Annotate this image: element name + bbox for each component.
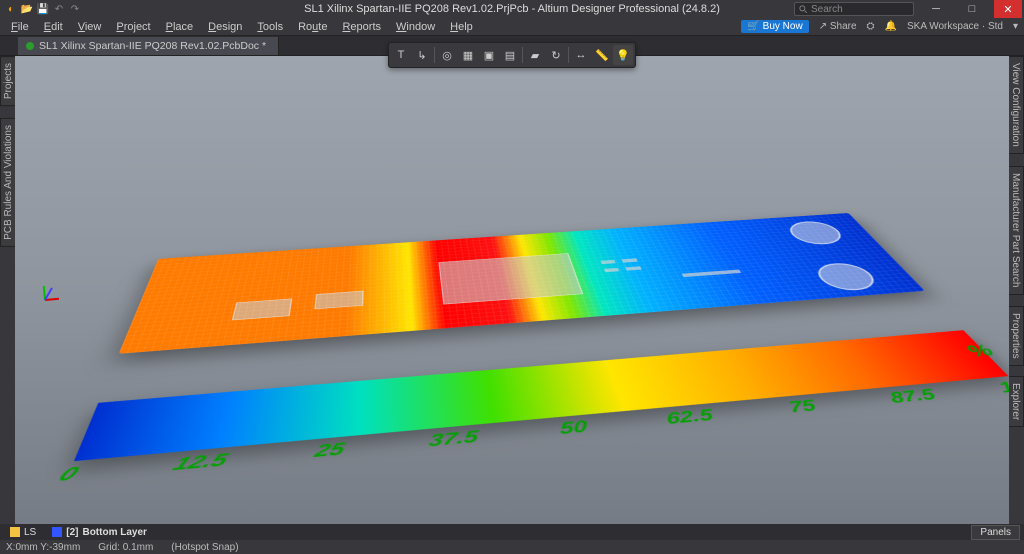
workspace-dropdown-icon[interactable]: ▾ xyxy=(1013,21,1018,32)
title-bar: ◐ 📂 💾 ↶ ↷ SL1 Xilinx Spartan-IIE PQ208 R… xyxy=(0,0,1024,18)
pcb-doc-icon xyxy=(26,42,34,50)
search-input[interactable]: Search xyxy=(794,2,914,16)
layer-swatch-icon xyxy=(52,527,62,537)
layer-swatch-icon xyxy=(10,527,20,537)
legend-tick: 12.5 xyxy=(169,450,232,476)
menu-window[interactable]: Window xyxy=(389,19,442,35)
status-grid: Grid: 0.1mm xyxy=(98,542,153,553)
chip-small-1 xyxy=(232,299,293,321)
side-tab-view-config[interactable]: View Configuration xyxy=(1007,56,1024,154)
legend-tick: 87.5 xyxy=(887,387,939,408)
menu-design[interactable]: Design xyxy=(201,19,249,35)
mounting-hole-1 xyxy=(783,220,849,246)
cloud-icon[interactable]: ⛭ xyxy=(867,21,875,32)
tool-via-icon[interactable]: ◎ xyxy=(437,45,457,65)
document-tab-label: SL1 Xilinx Spartan-IIE PQ208 Rev1.02.Pcb… xyxy=(39,40,266,52)
pcb-board-heatmap xyxy=(119,213,924,354)
chip-small-2 xyxy=(315,291,364,309)
menu-project[interactable]: Project xyxy=(109,19,157,35)
status-bar: X:0mm Y:-39mm Grid: 0.1mm (Hotspot Snap) xyxy=(0,540,1024,554)
menu-view[interactable]: View xyxy=(71,19,109,35)
layer-ls-label: LS xyxy=(24,527,36,538)
mounting-hole-2 xyxy=(810,262,883,292)
notifications-icon[interactable]: 🔔 xyxy=(885,21,897,32)
side-tab-explorer[interactable]: Explorer xyxy=(1007,376,1024,427)
layer-index: [2] xyxy=(66,527,78,538)
search-placeholder: Search xyxy=(811,4,843,15)
menu-help[interactable]: Help xyxy=(443,19,480,35)
menu-reports[interactable]: Reports xyxy=(335,19,388,35)
legend-unit: % xyxy=(961,341,1000,361)
tool-dim-icon[interactable]: ↔ xyxy=(571,45,591,65)
legend-tick: 50 xyxy=(560,418,587,439)
legend-tick: 62.5 xyxy=(666,406,715,429)
document-tab-active[interactable]: SL1 Xilinx Spartan-IIE PQ208 Rev1.02.Pcb… xyxy=(18,37,279,55)
legend-tick: 0 xyxy=(53,464,83,487)
status-snap: (Hotspot Snap) xyxy=(171,542,238,553)
tool-measure-icon[interactable]: 📏 xyxy=(592,45,612,65)
color-legend: 0 12.5 25 37.5 50 62.5 75 87.5 100 % xyxy=(74,330,1008,461)
open-icon[interactable]: 📂 xyxy=(20,2,34,16)
menu-route[interactable]: Route xyxy=(291,19,334,35)
tool-pad-icon[interactable]: ▤ xyxy=(500,45,520,65)
layer-name: Bottom Layer xyxy=(82,527,146,538)
tool-route-icon[interactable]: ↳ xyxy=(412,45,432,65)
axis-gizmo[interactable] xyxy=(35,289,65,319)
share-button[interactable]: ↗ Share xyxy=(819,21,857,32)
tool-repour-icon[interactable]: ↻ xyxy=(546,45,566,65)
minimize-button[interactable]: ─ xyxy=(922,0,950,18)
layer-bar: LS [2] Bottom Layer Panels xyxy=(0,524,1024,540)
undo-icon[interactable]: ↶ xyxy=(52,2,66,16)
legend-tick: 100 xyxy=(995,377,1009,397)
menu-place[interactable]: Place xyxy=(159,19,201,35)
app-logo-icon: ◐ xyxy=(4,2,18,16)
buy-now-button[interactable]: 🛒Buy Now xyxy=(741,20,808,33)
chip-fpga xyxy=(438,253,583,304)
main-area: Projects PCB Rules And Violations View C… xyxy=(0,56,1024,524)
menu-edit[interactable]: Edit xyxy=(37,19,70,35)
panels-button[interactable]: Panels xyxy=(971,525,1020,540)
active-bar-toolbar: T ↳ ◎ ▦ ▣ ▤ ▰ ↻ ↔ 📏 💡 xyxy=(388,42,636,68)
3d-viewport[interactable]: 0 12.5 25 37.5 50 62.5 75 87.5 100 % xyxy=(15,56,1009,524)
tool-fill-icon[interactable]: ▰ xyxy=(525,45,545,65)
tool-comp-icon[interactable]: ▣ xyxy=(479,45,499,65)
layer-set-ls[interactable]: LS xyxy=(4,527,42,538)
maximize-button[interactable]: □ xyxy=(958,0,986,18)
status-coords: X:0mm Y:-39mm xyxy=(6,542,80,553)
tool-stack-icon[interactable]: ▦ xyxy=(458,45,478,65)
app-title: SL1 Xilinx Spartan-IIE PQ208 Rev1.02.Prj… xyxy=(304,3,720,15)
redo-icon[interactable]: ↷ xyxy=(68,2,82,16)
menu-file[interactable]: File xyxy=(4,19,36,35)
save-icon[interactable]: 💾 xyxy=(36,2,50,16)
side-tab-mfr-part[interactable]: Manufacturer Part Search xyxy=(1007,166,1024,295)
tool-highlight-icon[interactable]: 💡 xyxy=(613,45,633,65)
workspace-selector[interactable]: SKA Workspace · Std xyxy=(907,21,1003,32)
legend-tick: 75 xyxy=(787,397,819,417)
menu-tools[interactable]: Tools xyxy=(250,19,290,35)
search-icon xyxy=(799,5,808,14)
legend-tick: 25 xyxy=(311,440,346,463)
side-tab-properties[interactable]: Properties xyxy=(1007,306,1024,366)
menu-bar: File Edit View Project Place Design Tool… xyxy=(0,18,1024,36)
legend-tick: 37.5 xyxy=(427,428,479,452)
close-button[interactable]: ✕ xyxy=(994,0,1022,18)
tool-text-icon[interactable]: T xyxy=(391,45,411,65)
layer-bottom[interactable]: [2] Bottom Layer xyxy=(46,527,153,538)
